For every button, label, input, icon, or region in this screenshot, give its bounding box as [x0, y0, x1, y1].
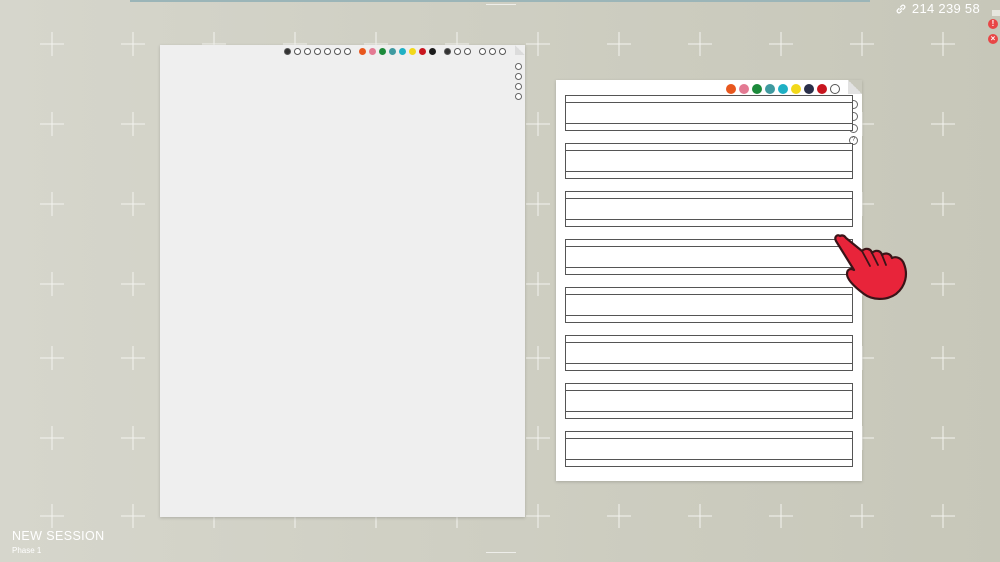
dot-tool-icon[interactable] [344, 47, 351, 55]
color-swatch[interactable] [817, 84, 827, 94]
color-swatch[interactable] [804, 84, 814, 94]
corner-tab[interactable] [992, 10, 1000, 16]
color-swatch[interactable] [726, 84, 736, 94]
wave-tool-3-icon[interactable] [314, 47, 321, 55]
staff[interactable] [565, 191, 853, 227]
bottom-handle[interactable] [486, 552, 516, 553]
pen-tool-icon[interactable] [284, 47, 291, 55]
color-swatch[interactable] [765, 84, 775, 94]
check-tool-icon[interactable] [324, 47, 331, 55]
alert-button[interactable]: ! [988, 19, 998, 29]
color-swatch[interactable] [419, 47, 426, 55]
close-button[interactable]: × [988, 34, 998, 44]
staff-line [566, 171, 852, 172]
color-swatch[interactable] [399, 47, 406, 55]
staff[interactable] [565, 383, 853, 419]
staff-line [566, 294, 852, 295]
color-swatch[interactable] [778, 84, 788, 94]
right-paper-color-bar [726, 84, 843, 94]
staff-line [566, 411, 852, 412]
left-paper-side-tools [515, 63, 522, 100]
wave-tool-icon[interactable] [294, 47, 301, 55]
page-corner-fold[interactable] [515, 45, 525, 55]
staff-line [566, 123, 852, 124]
blank-paper[interactable] [160, 45, 525, 517]
draw-tool-icon[interactable] [515, 73, 522, 80]
color-swatch[interactable] [369, 47, 376, 55]
staff[interactable] [565, 287, 853, 323]
color-swatch[interactable] [409, 47, 416, 55]
staff[interactable] [565, 335, 853, 371]
color-swatch[interactable] [379, 47, 386, 55]
target-tool-icon[interactable] [515, 83, 522, 90]
edit-tool-icon[interactable] [444, 47, 451, 55]
staff-line [566, 102, 852, 103]
color-swatch[interactable] [429, 47, 436, 55]
color-swatch[interactable] [359, 47, 366, 55]
session-code[interactable]: 214 239 58 [895, 1, 980, 16]
rotate-tool-icon[interactable] [479, 47, 486, 55]
color-swatch[interactable] [389, 47, 396, 55]
staff-paper[interactable]: ? [556, 80, 862, 481]
staff-line [566, 219, 852, 220]
staff-line [566, 150, 852, 151]
top-handle[interactable] [486, 4, 516, 5]
info-tool-icon[interactable] [515, 93, 522, 100]
check-tool-2-icon[interactable] [334, 47, 341, 55]
link-icon [896, 4, 906, 13]
undo-tool-icon[interactable] [464, 47, 471, 55]
staff-line [566, 342, 852, 343]
wave-tool-2-icon[interactable] [304, 47, 311, 55]
session-code-text: 214 239 58 [911, 1, 980, 16]
staff-line [566, 438, 852, 439]
staff-line [566, 267, 852, 268]
page-tool-icon[interactable] [515, 63, 522, 70]
color-swatch[interactable] [830, 84, 840, 94]
more-tool-icon[interactable] [499, 47, 506, 55]
staff[interactable] [565, 239, 853, 275]
staff-line [566, 246, 852, 247]
rotate-tool-2-icon[interactable] [489, 47, 496, 55]
session-title: NEW SESSION [12, 529, 105, 543]
top-bar-line [130, 0, 870, 2]
staff-line [566, 390, 852, 391]
staff-line [566, 459, 852, 460]
check-tool-3-icon[interactable] [454, 47, 461, 55]
staff-line [566, 198, 852, 199]
staff-line [566, 363, 852, 364]
page-corner-fold[interactable] [848, 80, 862, 94]
color-swatch[interactable] [791, 84, 801, 94]
staff[interactable] [565, 431, 853, 467]
color-swatch[interactable] [752, 84, 762, 94]
staff[interactable] [565, 95, 853, 131]
left-paper-toolbar [284, 47, 509, 55]
session-phase: Phase 1 [12, 546, 42, 555]
color-swatch[interactable] [739, 84, 749, 94]
staff-line [566, 315, 852, 316]
staff[interactable] [565, 143, 853, 179]
hand-pointer-icon [834, 234, 907, 300]
